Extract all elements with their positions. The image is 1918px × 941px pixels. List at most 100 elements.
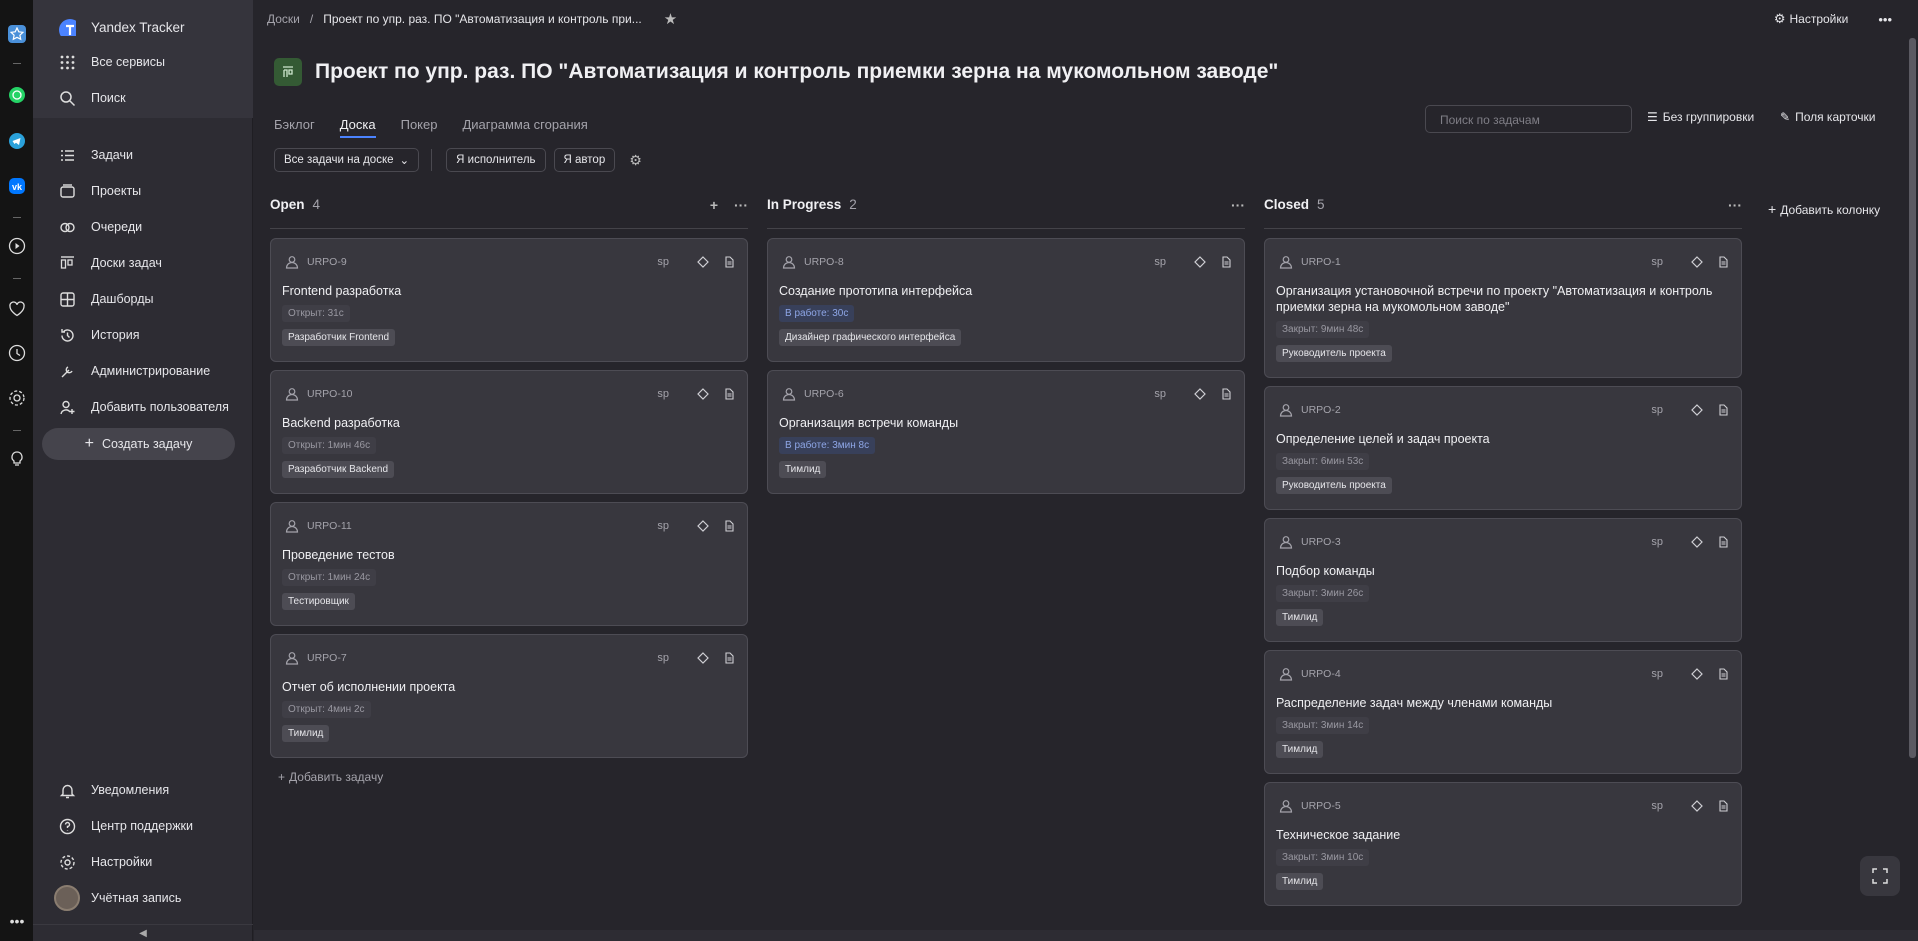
task-key[interactable]: URPO-9	[307, 256, 347, 268]
sidebar-item-admin[interactable]: Администрирование	[33, 356, 253, 386]
sidebar-item-add-user[interactable]: Добавить пользователя	[33, 392, 253, 422]
more-icon[interactable]: ···	[1231, 197, 1245, 213]
story-points[interactable]: sp	[657, 652, 669, 664]
story-points[interactable]: sp	[657, 520, 669, 532]
plus-icon[interactable]: +	[710, 197, 718, 213]
priority-diamond-icon[interactable]	[1194, 256, 1206, 268]
more-icon[interactable]: ···	[734, 197, 748, 213]
assignee-icon[interactable]	[1279, 667, 1293, 681]
task-key[interactable]: URPO-5	[1301, 800, 1341, 812]
vertical-scrollbar[interactable]	[1909, 38, 1916, 758]
task-key[interactable]: URPO-3	[1301, 536, 1341, 548]
task-title[interactable]: Создание прототипа интерфейса	[779, 283, 1229, 299]
priority-diamond-icon[interactable]	[697, 256, 709, 268]
task-title[interactable]: Техническое задание	[1276, 827, 1726, 843]
assignee-icon[interactable]	[782, 255, 796, 269]
tab-burndown[interactable]: Диаграмма сгорания	[462, 117, 587, 138]
add-column-button[interactable]: + Добавить колонку	[1768, 201, 1880, 217]
sidebar-item-boards[interactable]: Доски задач	[33, 248, 253, 278]
assignee-icon[interactable]	[285, 651, 299, 665]
document-icon[interactable]	[723, 256, 735, 268]
gear-icon[interactable]: ⚙	[629, 152, 642, 169]
document-icon[interactable]	[1717, 404, 1729, 416]
priority-diamond-icon[interactable]	[1691, 668, 1703, 680]
document-icon[interactable]	[1220, 256, 1232, 268]
sidebar-item-queues[interactable]: Очереди	[33, 212, 253, 242]
story-points[interactable]: sp	[1154, 388, 1166, 400]
task-title[interactable]: Подбор команды	[1276, 563, 1726, 579]
assignee-icon[interactable]	[285, 519, 299, 533]
star-icon[interactable]: ★	[664, 10, 677, 28]
sidebar-item-settings[interactable]: Настройки	[33, 847, 253, 877]
priority-diamond-icon[interactable]	[1691, 256, 1703, 268]
task-key[interactable]: URPO-1	[1301, 256, 1341, 268]
card-fields-button[interactable]: ✎ Поля карточки	[1780, 110, 1876, 124]
assignee-icon[interactable]	[1279, 535, 1293, 549]
document-icon[interactable]	[723, 520, 735, 532]
task-card[interactable]: URPO-8 sp Создание прототипа интерфейса В р…	[767, 238, 1245, 362]
app-logo[interactable]: Yandex Tracker	[33, 12, 253, 42]
document-icon[interactable]	[723, 388, 735, 400]
task-key[interactable]: URPO-6	[804, 388, 844, 400]
task-title[interactable]: Определение целей и задач проекта	[1276, 431, 1726, 447]
task-card[interactable]: URPO-6 sp Организация встречи команды В раб…	[767, 370, 1245, 494]
tab-poker[interactable]: Покер	[401, 117, 438, 138]
task-key[interactable]: URPO-8	[804, 256, 844, 268]
assignee-filter-button[interactable]: Я исполнитель	[446, 148, 546, 172]
story-points[interactable]: sp	[657, 388, 669, 400]
task-title[interactable]: Организация установочной встречи по прое…	[1276, 283, 1726, 315]
scope-select[interactable]: Все задачи на доске ⌄	[274, 148, 420, 172]
story-points[interactable]: sp	[1154, 256, 1166, 268]
task-key[interactable]: URPO-11	[307, 520, 352, 532]
task-key[interactable]: URPO-10	[307, 388, 353, 400]
story-points[interactable]: sp	[1651, 404, 1663, 416]
assignee-icon[interactable]	[782, 387, 796, 401]
task-title[interactable]: Распределение задач между членами команд…	[1276, 695, 1726, 711]
document-icon[interactable]	[1717, 800, 1729, 812]
task-card[interactable]: URPO-4 sp Распределение задач между членам…	[1264, 650, 1742, 774]
task-card[interactable]: URPO-5 sp Техническое задание Закрыт: 3мин …	[1264, 782, 1742, 906]
priority-diamond-icon[interactable]	[697, 520, 709, 532]
document-icon[interactable]	[1717, 536, 1729, 548]
more-icon[interactable]: ···	[1728, 197, 1742, 213]
task-card[interactable]: URPO-3 sp Подбор команды Закрыт: 3мин 26с Ти…	[1264, 518, 1742, 642]
create-task-button[interactable]: + Создать задачу	[42, 428, 235, 460]
sidebar-item-support[interactable]: Центр поддержки	[33, 811, 253, 841]
task-title[interactable]: Проведение тестов	[282, 547, 732, 563]
task-key[interactable]: URPO-4	[1301, 668, 1341, 680]
document-icon[interactable]	[1717, 256, 1729, 268]
document-icon[interactable]	[1220, 388, 1232, 400]
sidebar-item-tasks[interactable]: Задачи	[33, 140, 253, 170]
priority-diamond-icon[interactable]	[1194, 388, 1206, 400]
tab-board[interactable]: Доска	[339, 117, 376, 138]
fullscreen-button[interactable]	[1860, 856, 1900, 896]
task-title[interactable]: Отчет об исполнении проекта	[282, 679, 732, 695]
sidebar-item-dashboards[interactable]: Дашборды	[33, 284, 253, 314]
priority-diamond-icon[interactable]	[1691, 404, 1703, 416]
priority-diamond-icon[interactable]	[1691, 800, 1703, 812]
priority-diamond-icon[interactable]	[1691, 536, 1703, 548]
sidebar-item-search[interactable]: Поиск	[33, 83, 253, 113]
assignee-icon[interactable]	[1279, 255, 1293, 269]
collapse-sidebar-button[interactable]: ◀	[33, 924, 253, 941]
task-key[interactable]: URPO-7	[307, 652, 347, 664]
story-points[interactable]: sp	[1651, 536, 1663, 548]
lightbulb-icon[interactable]	[8, 450, 26, 468]
task-card[interactable]: URPO-10 sp Backend разработка Открыт: 1мин …	[270, 370, 748, 494]
sidebar-item-account[interactable]: Учётная запись	[33, 883, 253, 913]
priority-diamond-icon[interactable]	[697, 652, 709, 664]
assignee-icon[interactable]	[1279, 799, 1293, 813]
task-title[interactable]: Backend разработка	[282, 415, 732, 431]
task-card[interactable]: URPO-7 sp Отчет об исполнении проекта Откры…	[270, 634, 748, 758]
task-card[interactable]: URPO-9 sp Frontend разработка Открыт: 31с Ра…	[270, 238, 748, 362]
task-card[interactable]: URPO-11 sp Проведение тестов Открыт: 1мин 2…	[270, 502, 748, 626]
story-points[interactable]: sp	[1651, 668, 1663, 680]
horizontal-scrollbar[interactable]	[254, 930, 1918, 941]
document-icon[interactable]	[1717, 668, 1729, 680]
heart-icon[interactable]	[8, 300, 26, 318]
favorites-icon[interactable]	[8, 25, 26, 43]
assignee-icon[interactable]	[285, 255, 299, 269]
task-key[interactable]: URPO-2	[1301, 404, 1341, 416]
vk-icon[interactable]: vk	[8, 177, 26, 195]
task-card[interactable]: URPO-1 sp Организация установочной встречи…	[1264, 238, 1742, 378]
